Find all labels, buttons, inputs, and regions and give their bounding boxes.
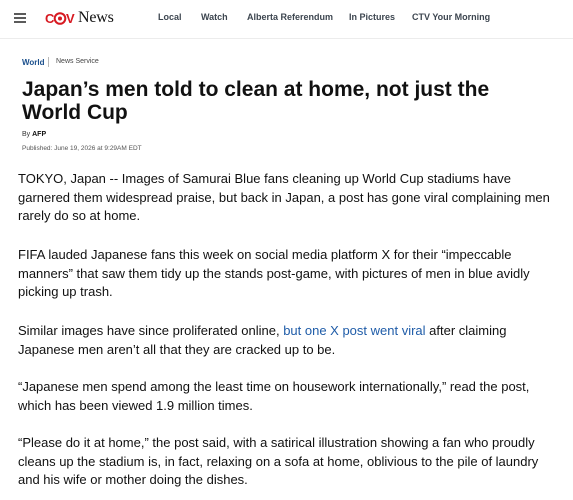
- article-paragraph-1: TOKYO, Japan -- Images of Samurai Blue f…: [18, 171, 550, 223]
- byline-prefix: By: [22, 131, 31, 138]
- svg-text:C: C: [45, 11, 55, 26]
- paragraph-3-text-before: Similar images have since proliferated o…: [18, 323, 284, 338]
- article-paragraph-5: “Please do it at home,” the post said, w…: [18, 435, 539, 487]
- nav-item-ctv-your-morning[interactable]: CTV Your Morning: [412, 12, 490, 22]
- ctv-news-logo[interactable]: C V News: [45, 9, 114, 27]
- ctv-logo-icon: C V: [45, 11, 75, 26]
- news-source-label: News Service: [56, 58, 99, 65]
- article-headline: Japan’s men told to clean at home, not j…: [22, 78, 490, 124]
- nav-item-local[interactable]: Local: [158, 12, 182, 22]
- nav-item-in-pictures[interactable]: In Pictures: [349, 12, 395, 22]
- logo-wordmark: News: [78, 9, 114, 26]
- article-paragraph-3: Similar images have since proliferated o…: [18, 322, 558, 359]
- nav-item-alberta-referendum[interactable]: Alberta Referendum: [247, 12, 333, 22]
- svg-text:V: V: [66, 11, 75, 26]
- byline: By AFP: [22, 131, 46, 138]
- published-timestamp: Published: June 19, 2026 at 9:29AM EDT: [22, 145, 142, 152]
- hamburger-menu-icon[interactable]: [14, 13, 26, 23]
- byline-author-link[interactable]: AFP: [32, 131, 46, 138]
- viral-post-link[interactable]: but one X post went viral: [283, 323, 425, 338]
- article-paragraph-4: “Japanese men spend among the least time…: [18, 379, 530, 413]
- nav-item-watch[interactable]: Watch: [201, 12, 228, 22]
- article-paragraph-2: FIFA lauded Japanese fans this week on s…: [18, 247, 530, 299]
- top-navigation-bar: C V News Local Watch Alberta Referendum …: [0, 0, 573, 39]
- section-divider: [48, 57, 49, 67]
- section-link-world[interactable]: World: [22, 58, 45, 67]
